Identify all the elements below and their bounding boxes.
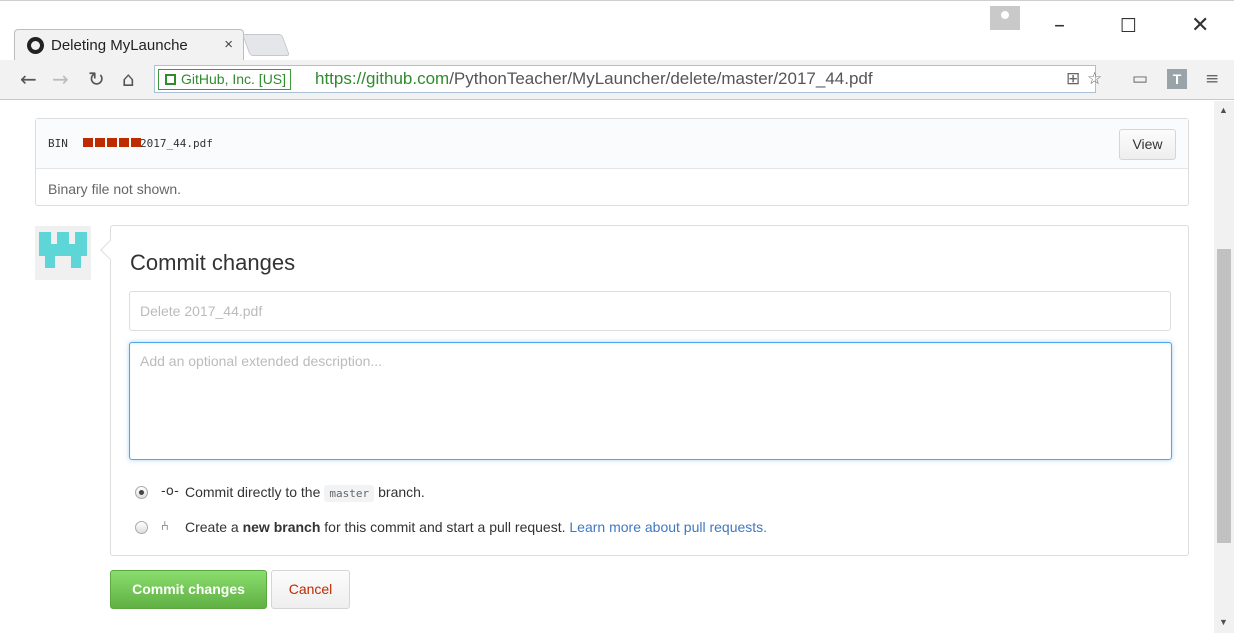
forward-icon[interactable]: →: [52, 67, 69, 91]
file-name: 2017_44.pdf: [140, 137, 213, 150]
new-tab-button[interactable]: [241, 34, 291, 56]
git-commit-icon: -o-: [161, 484, 179, 499]
commit-description-input[interactable]: [129, 342, 1172, 460]
home-icon[interactable]: ⌂: [122, 67, 135, 91]
browser-titlebar: Deleting MyLaunche × – ☐ ✕: [0, 0, 1234, 61]
diffstat-blocks: [83, 138, 141, 147]
new-branch-label: Create a new branch for this commit and …: [185, 519, 768, 535]
file-header: BIN 2017_44.pdf View: [36, 119, 1188, 169]
url-text[interactable]: https://github.com/PythonTeacher/MyLaunc…: [315, 69, 873, 89]
extension-icon[interactable]: T: [1167, 69, 1187, 89]
commit-box: Commit changes -o- Commit directly to th…: [100, 225, 1189, 556]
branch-name: master: [324, 485, 375, 502]
avatar[interactable]: [35, 226, 91, 280]
scroll-up-icon[interactable]: ▲: [1219, 105, 1228, 115]
learn-more-link[interactable]: Learn more about pull requests.: [569, 519, 767, 535]
browser-toolbar: ← → ↻ ⌂ GitHub, Inc. [US] https://github…: [0, 60, 1234, 100]
commit-title: Commit changes: [130, 250, 296, 275]
security-badge[interactable]: GitHub, Inc. [US]: [158, 69, 292, 90]
menu-icon[interactable]: ≡: [1205, 69, 1219, 89]
url-scheme: https://: [315, 69, 367, 88]
view-button[interactable]: View: [1119, 129, 1176, 160]
url-host: github.com: [366, 69, 450, 88]
commit-direct-radio[interactable]: [135, 486, 148, 499]
reload-icon[interactable]: ↻: [88, 67, 105, 91]
scrollbar-thumb[interactable]: [1217, 249, 1231, 543]
bookmark-star-icon[interactable]: ☆: [1087, 69, 1102, 89]
binary-message: Binary file not shown.: [48, 181, 182, 197]
vertical-scrollbar[interactable]: ▲ ▼: [1214, 101, 1234, 633]
address-bar[interactable]: GitHub, Inc. [US] https://github.com/Pyt…: [154, 65, 1096, 93]
browser-tab[interactable]: Deleting MyLaunche ×: [14, 29, 244, 61]
speech-arrow: [100, 240, 120, 260]
profile-icon[interactable]: [990, 6, 1020, 30]
cancel-button[interactable]: Cancel: [271, 570, 350, 609]
close-window-icon[interactable]: ✕: [1191, 13, 1209, 38]
security-label: GitHub, Inc. [US]: [181, 71, 287, 87]
bin-label: BIN: [48, 137, 68, 150]
new-branch-radio[interactable]: [135, 521, 148, 534]
github-icon: [27, 37, 44, 54]
lock-icon: [165, 74, 176, 85]
commit-direct-label: Commit directly to the master branch.: [185, 484, 425, 502]
scroll-down-icon[interactable]: ▼: [1219, 617, 1228, 627]
back-icon[interactable]: ←: [20, 67, 37, 91]
tab-close-icon[interactable]: ×: [224, 36, 233, 53]
cast-icon[interactable]: ▭: [1132, 69, 1148, 89]
translate-icon[interactable]: ⊞: [1066, 69, 1080, 89]
minimize-icon[interactable]: –: [1054, 13, 1065, 38]
file-box: BIN 2017_44.pdf View Binary file not sho…: [35, 118, 1189, 206]
git-pull-request-icon: ⑃: [161, 519, 169, 534]
url-path: /PythonTeacher/MyLauncher/delete/master/…: [449, 69, 873, 88]
commit-summary-input[interactable]: [129, 291, 1171, 331]
maximize-icon[interactable]: ☐: [1120, 15, 1137, 37]
tab-title: Deleting MyLaunche: [51, 37, 188, 54]
commit-changes-button[interactable]: Commit changes: [110, 570, 267, 609]
